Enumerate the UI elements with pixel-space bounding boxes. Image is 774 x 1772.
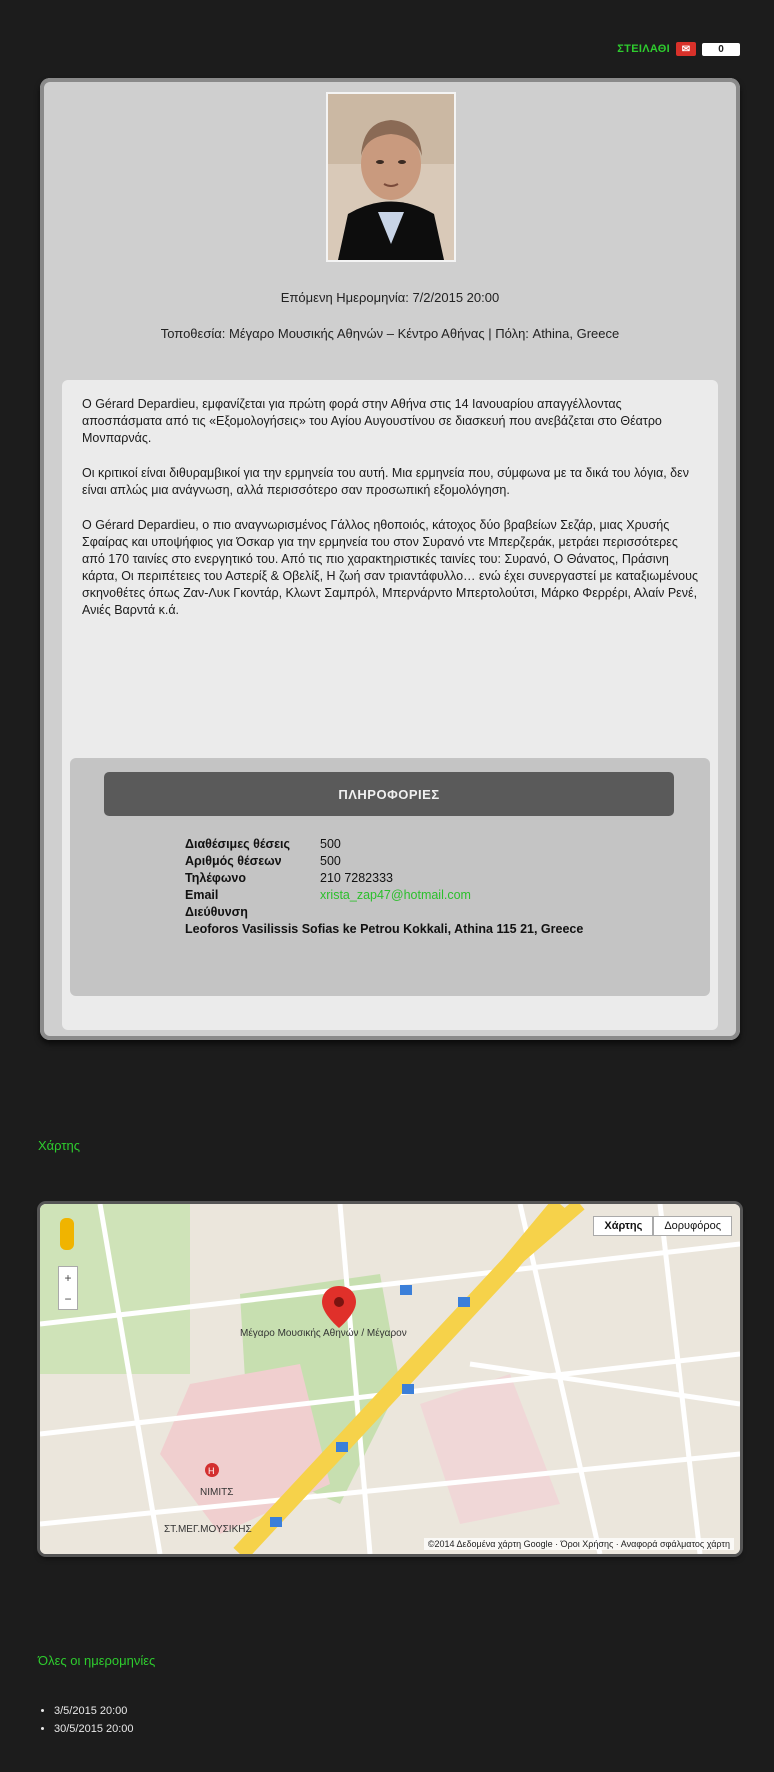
artist-photo	[326, 92, 456, 262]
next-date: Επόμενη Ημερομηνία: 7/2/2015 20:00	[280, 290, 500, 305]
description-paragraph: Ο Gérard Depardieu, εμφανίζεται για πρώτ…	[82, 397, 662, 445]
zoom-out-icon[interactable]: −	[64, 1292, 71, 1306]
share-label[interactable]: ΣΤΕΙΛΑΘΙ	[617, 43, 670, 55]
info-rows: Διαθέσιμες θέσεις 500 Αριθμός θέσεων 500…	[185, 836, 605, 938]
event-location: Τοποθεσία: Μέγαρο Μουσικής Αθηνών – Κέντ…	[160, 326, 620, 341]
date-item[interactable]: 30/5/2015 20:00	[54, 1720, 134, 1738]
info-label: Διαθέσιμες θέσεις	[185, 837, 290, 851]
info-row-available-seats: Διαθέσιμες θέσεις 500	[185, 836, 605, 853]
description-paragraph: Οι κριτικοί είναι διθυραμβικοί για την ε…	[82, 466, 689, 497]
info-value: 210 7282333	[320, 871, 393, 885]
map-type-map-button[interactable]: Χάρτης	[593, 1216, 654, 1236]
map-type-controls: Χάρτης Δορυφόρος	[593, 1216, 732, 1236]
info-row-phone: Τηλέφωνο 210 7282333	[185, 870, 605, 887]
address-label: Διεύθυνση	[185, 905, 248, 919]
info-box: ΠΛΗΡΟΦΟΡΙΕΣ Διαθέσιμες θέσεις 500 Αριθμό…	[70, 758, 710, 996]
share-bar: ΣΤΕΙΛΑΘΙ ✉ 0	[617, 42, 740, 56]
svg-text:H: H	[208, 1466, 215, 1476]
map[interactable]: H + − Χάρτης Δορυφόρος Μέγαρο Μουσικής Α…	[40, 1204, 740, 1554]
info-label: Τηλέφωνο	[185, 871, 247, 885]
map-attribution[interactable]: ©2014 Δεδομένα χάρτη Google · Όροι Χρήση…	[423, 1538, 734, 1550]
info-header: ΠΛΗΡΟΦΟΡΙΕΣ	[104, 772, 674, 816]
event-card: Επόμενη Ημερομηνία: 7/2/2015 20:00 Τοποθ…	[40, 78, 740, 1040]
address-value: Leoforos Vasilissis Sofias ke Petrou Kok…	[185, 922, 584, 936]
dates-list: 3/5/2015 20:00 30/5/2015 20:00	[38, 1702, 134, 1738]
info-value: 500	[320, 837, 341, 851]
description-paragraph: Ο Gérard Depardieu, ο πιο αναγνωρισμένος…	[82, 518, 698, 617]
email-link[interactable]: xrista_zap47@hotmail.com	[320, 887, 605, 904]
map-label-hospital: ΝΙΜΙΤΣ	[200, 1487, 234, 1498]
page: ΣΤΕΙΛΑΘΙ ✉ 0 Επόμενη Ημερομηνία: 7/2/201…	[0, 0, 774, 1772]
zoom-in-icon[interactable]: +	[64, 1271, 71, 1285]
street-view-pegman-icon[interactable]	[60, 1218, 74, 1250]
zoom-control[interactable]: + −	[58, 1266, 78, 1310]
info-value: 500	[320, 854, 341, 868]
share-email-icon[interactable]: ✉	[676, 42, 696, 56]
map-label-metro: ΣΤ.ΜΕΓ.ΜΟΥΣΙΚΗΣ	[164, 1524, 252, 1535]
date-item[interactable]: 3/5/2015 20:00	[54, 1702, 134, 1720]
info-row-total-seats: Αριθμός θέσεων 500	[185, 853, 605, 870]
dates-section-title: Όλες οι ημερομηνίες	[38, 1653, 156, 1668]
map-label-venue: Μέγαρο Μουσικής Αθηνών / Μέγαρον	[240, 1328, 407, 1339]
share-count: 0	[702, 42, 740, 56]
map-section-title: Χάρτης	[38, 1138, 81, 1153]
artist-photo-image	[328, 94, 454, 260]
map-tiles[interactable]: H	[40, 1204, 740, 1554]
map-type-satellite-button[interactable]: Δορυφόρος	[653, 1216, 732, 1236]
info-row-email: Email xrista_zap47@hotmail.com	[185, 887, 605, 904]
info-label: Αριθμός θέσεων	[185, 854, 282, 868]
info-label: Email	[185, 888, 219, 902]
